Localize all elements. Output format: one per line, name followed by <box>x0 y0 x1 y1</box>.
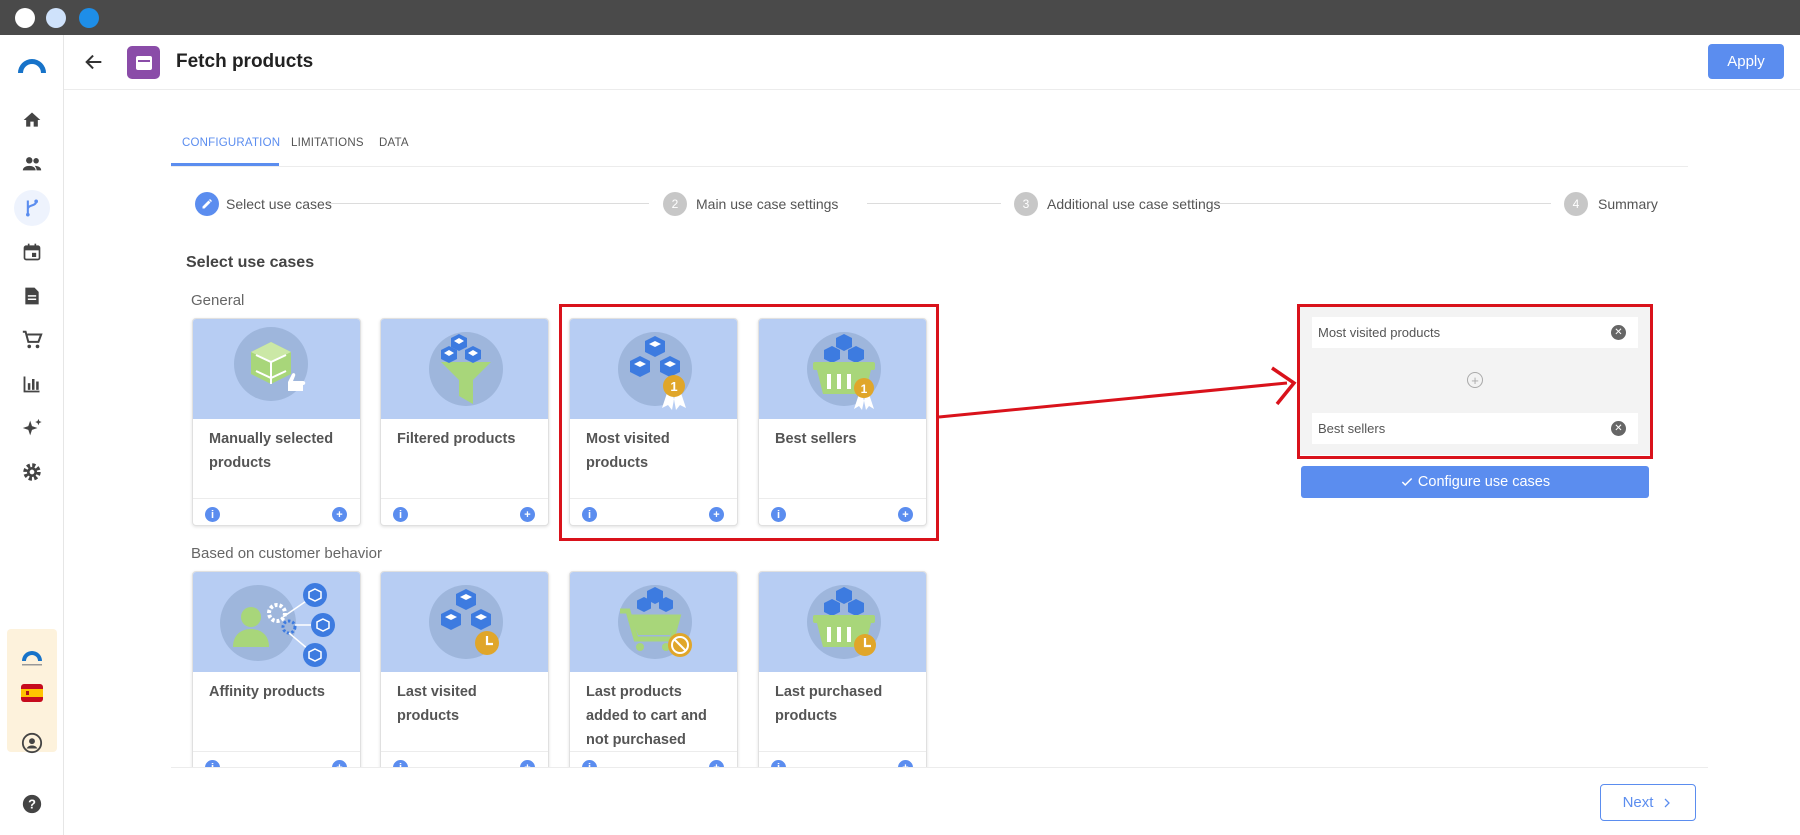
card-image <box>193 319 360 419</box>
step-3-number[interactable]: 3 <box>1014 192 1038 216</box>
window-maximize-dot[interactable] <box>79 8 99 28</box>
settings-gear-icon[interactable] <box>14 454 50 490</box>
step-4-label: Summary <box>1598 196 1658 212</box>
card-image <box>759 572 926 672</box>
journey-branch-icon[interactable] <box>14 190 50 226</box>
add-circle-icon[interactable]: + <box>332 507 347 522</box>
cube-hand-icon <box>233 327 308 401</box>
use-case-card[interactable]: Manually selected products i + <box>192 318 361 526</box>
step-3-label: Additional use case settings <box>1047 196 1221 212</box>
add-circle-icon[interactable]: + <box>898 760 913 767</box>
page-title: Fetch products <box>176 51 314 72</box>
chevron-right-icon <box>1664 798 1671 807</box>
info-icon[interactable]: i <box>205 760 220 767</box>
step-2-number[interactable]: 2 <box>663 192 687 216</box>
section-title: Select use cases <box>186 254 315 271</box>
card-divider <box>759 751 926 752</box>
card-divider <box>193 751 360 752</box>
brand-logo-icon[interactable] <box>14 47 50 83</box>
account-circle-icon[interactable] <box>14 725 50 761</box>
tab-configuration[interactable]: CONFIGURATION <box>182 137 280 149</box>
use-case-card[interactable]: Last purchased products i + <box>758 571 927 767</box>
window-close-dot[interactable] <box>15 8 35 28</box>
configure-use-cases-button[interactable]: Configure use cases <box>1301 466 1649 498</box>
info-icon[interactable]: i <box>393 507 408 522</box>
step-1-label: Select use cases <box>226 196 332 212</box>
svg-text:?: ? <box>28 797 36 812</box>
tab-limitations[interactable]: LIMITATIONS <box>291 137 364 149</box>
step-1-pencil-icon[interactable] <box>195 192 219 216</box>
info-icon[interactable]: i <box>205 507 220 522</box>
info-icon[interactable]: i <box>582 760 597 767</box>
card-divider <box>570 751 737 752</box>
bar-chart-icon[interactable] <box>14 366 50 402</box>
workspace-logo-icon <box>19 647 45 669</box>
use-case-card[interactable]: Affinity products i + <box>192 571 361 767</box>
shopping-cart-icon[interactable] <box>14 322 50 358</box>
calendar-icon[interactable] <box>14 234 50 270</box>
help-icon[interactable]: ? <box>14 786 50 822</box>
step-connector <box>327 203 649 204</box>
funnel-cubes-icon <box>428 332 503 406</box>
card-divider <box>381 498 548 499</box>
people-icon[interactable] <box>14 146 50 182</box>
cards-scroll-area[interactable]: Affinity products i + Last visited produ… <box>171 557 1708 767</box>
cart-cancel-icon <box>617 585 692 659</box>
person-gears-icon <box>219 582 335 667</box>
window-titlebar <box>0 0 1800 35</box>
highlight-box-selected <box>1297 304 1653 459</box>
progress-stepper: Select use cases 2 Main use case setting… <box>193 191 1658 217</box>
checkmark-icon <box>1401 477 1413 486</box>
next-button[interactable]: Next <box>1600 784 1696 821</box>
page-header: Fetch products Apply <box>64 35 1800 90</box>
node-type-icon <box>127 46 160 79</box>
next-label: Next <box>1622 794 1654 811</box>
card-image <box>570 572 737 672</box>
add-circle-icon[interactable]: + <box>520 760 535 767</box>
card-label: Last visited products <box>397 684 477 724</box>
spain-flag-icon <box>21 684 43 702</box>
window-minimize-dot[interactable] <box>46 8 66 28</box>
use-case-card[interactable]: Last visited products i + <box>380 571 549 767</box>
step-2-label: Main use case settings <box>696 196 839 212</box>
content-bottom-divider <box>171 767 1708 768</box>
step-4-number[interactable]: 4 <box>1564 192 1588 216</box>
card-divider <box>381 751 548 752</box>
home-icon[interactable] <box>14 102 50 138</box>
highlight-box-cards <box>559 304 939 541</box>
sparkle-ai-icon[interactable] <box>14 410 50 446</box>
back-arrow-icon[interactable] <box>83 51 105 73</box>
step-connector <box>867 203 1001 204</box>
tab-data[interactable]: DATA <box>379 137 409 149</box>
step-connector <box>1216 203 1551 204</box>
info-icon[interactable]: i <box>393 760 408 767</box>
basket-clock-icon <box>806 585 881 659</box>
active-tab-indicator <box>171 163 279 166</box>
card-label: Manually selected products <box>209 431 334 471</box>
card-divider <box>193 498 360 499</box>
annotation-arrow <box>938 366 1297 419</box>
add-circle-icon[interactable]: + <box>520 507 535 522</box>
card-label: Filtered products <box>397 431 516 447</box>
add-circle-icon[interactable]: + <box>332 760 347 767</box>
document-icon[interactable] <box>14 278 50 314</box>
card-label: Last products added to cart and not purc… <box>586 684 707 748</box>
info-icon[interactable]: i <box>771 760 786 767</box>
card-image <box>193 572 360 672</box>
use-case-card[interactable]: Last products added to cart and not purc… <box>569 571 738 767</box>
left-sidebar: ? <box>0 35 64 835</box>
use-case-card[interactable]: Filtered products i + <box>380 318 549 526</box>
group-title-general: General <box>191 292 245 309</box>
card-label: Last purchased products <box>775 684 883 724</box>
add-circle-icon[interactable]: + <box>709 760 724 767</box>
card-label: Affinity products <box>209 684 325 700</box>
apply-button[interactable]: Apply <box>1708 44 1784 79</box>
card-image <box>381 319 548 419</box>
tab-bar: CONFIGURATION LIMITATIONS DATA <box>171 130 1688 167</box>
cubes-clock-icon <box>428 585 503 659</box>
configure-label: Configure use cases <box>1417 474 1551 490</box>
card-image <box>381 572 548 672</box>
